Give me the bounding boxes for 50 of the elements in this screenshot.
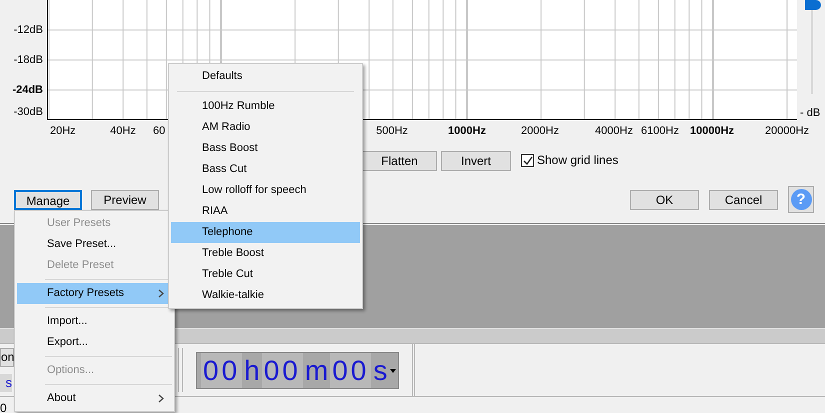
menu-item[interactable]: RIAA: [171, 201, 360, 222]
dropdown-arrow-icon: [390, 368, 396, 372]
ok-button[interactable]: OK: [630, 190, 699, 210]
toolbar-grip[interactable]: [178, 348, 183, 392]
axis-label: 500Hz: [376, 124, 408, 138]
axis-label: 20000Hz: [764, 124, 810, 138]
axis-label: 1000Hz: [448, 124, 486, 138]
axis-label: -30dB: [14, 105, 43, 119]
toolbar-button[interactable]: Flatten: [362, 151, 437, 171]
axis-label: 6100Hz: [641, 124, 679, 138]
toolbar-button[interactable]: Invert: [441, 151, 511, 171]
status-text: 0: [0, 402, 7, 413]
db-label: - dB: [800, 106, 820, 120]
checkbox[interactable]: [521, 154, 534, 167]
cancel-button[interactable]: Cancel: [709, 190, 778, 210]
menu-item[interactable]: About: [17, 388, 172, 409]
axis-label: 10000Hz: [690, 124, 734, 138]
axis-label: 2000Hz: [521, 124, 559, 138]
menu-item[interactable]: Defaults: [171, 66, 360, 87]
footer-button[interactable]: Preview: [91, 190, 159, 210]
axis-label: -24dB: [12, 83, 43, 97]
time-digits: 00: [201, 353, 242, 388]
axis-label: 20Hz: [50, 124, 76, 138]
time-control[interactable]: 00 h 00 m 00 s: [196, 352, 400, 389]
chevron-right-icon: [158, 394, 164, 403]
checkbox-label[interactable]: Show grid lines: [537, 153, 618, 168]
menu-item[interactable]: Walkie-talkie: [171, 285, 360, 306]
menu-item[interactable]: Save Preset...: [17, 234, 172, 255]
menu-item[interactable]: Import...: [17, 311, 172, 332]
menu-item[interactable]: Low rolloff for speech: [171, 180, 360, 201]
axis-label: 60: [153, 124, 166, 138]
chevron-right-icon: [158, 289, 164, 298]
axis-label: 4000Hz: [595, 124, 633, 138]
menu-item[interactable]: Treble Cut: [171, 264, 360, 285]
axis-label: -18dB: [14, 53, 43, 67]
menu-item[interactable]: Export...: [17, 332, 172, 353]
menu-item[interactable]: Telephone: [171, 222, 360, 243]
menu-item[interactable]: AM Radio: [171, 117, 360, 138]
menu-item[interactable]: Treble Boost: [171, 243, 360, 264]
slider-thumb[interactable]: [805, 0, 821, 10]
menu-item[interactable]: Bass Boost: [171, 138, 360, 159]
toolbar-button[interactable]: on: [0, 348, 14, 367]
time-readout: s: [0, 374, 12, 392]
axis-label: 40Hz: [110, 124, 136, 138]
axis-label: -12dB: [14, 23, 43, 37]
footer-button[interactable]: Manage: [14, 190, 82, 210]
time-digits: 00: [262, 353, 303, 388]
menu-item[interactable]: Bass Cut: [171, 159, 360, 180]
time-digits: 00: [330, 353, 372, 388]
menu-item[interactable]: 100Hz Rumble: [171, 96, 360, 117]
